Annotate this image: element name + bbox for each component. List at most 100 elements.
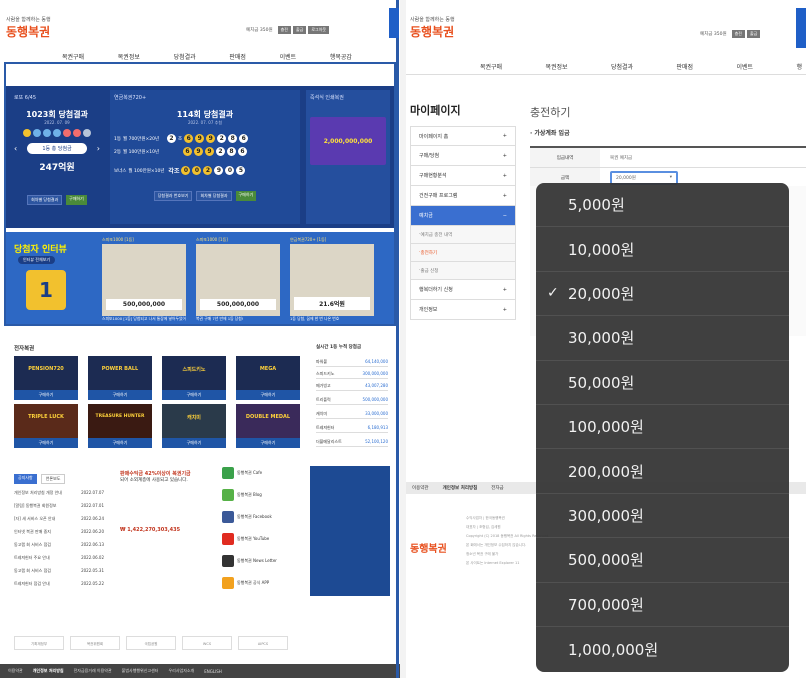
dropdown-option[interactable]: 300,000원 (536, 494, 789, 539)
menu-item-deposit[interactable]: 예치금 − (410, 206, 516, 226)
game-buy-button[interactable]: 구매하기 (14, 390, 78, 400)
notice-item[interactable]: 트레져헌터 점검 안내 2022.05.22 (14, 581, 104, 587)
menu-item[interactable]: 구매/당첨 + (410, 146, 516, 166)
game-tile[interactable]: MEGA 구매하기 (236, 356, 300, 400)
submenu-item[interactable]: · 예치금 충전 내역 (410, 226, 516, 244)
pension-buy-button[interactable]: 구매하기 (235, 191, 257, 201)
footer-link[interactable]: 전자금 (491, 485, 503, 491)
submenu-item-charge[interactable]: · 충전하기 (410, 244, 516, 262)
dropdown-option[interactable]: 700,000원 (536, 583, 789, 627)
dropdown-option[interactable]: 1,000,000원 (536, 627, 789, 671)
prev-arrow-icon[interactable]: ‹ (14, 144, 17, 153)
social-link[interactable]: 동행복권 YouTube (222, 532, 302, 546)
dropdown-option[interactable]: 200,000원 (536, 449, 789, 494)
nav-item[interactable]: 행복공감 (330, 52, 352, 61)
game-tile[interactable]: POWER BALL 구매하기 (88, 356, 152, 400)
interview-card[interactable]: 스피또1000 [1등] 500,000,000 스피또1000 [1등] 당첨… (102, 237, 186, 322)
site-logo[interactable]: 사람을 함께하는 동행 동행복권 (6, 16, 51, 40)
game-buy-button[interactable]: 구매하기 (236, 438, 300, 448)
social-link[interactable]: 동행복권 Blog (222, 488, 302, 502)
game-buy-button[interactable]: 구매하기 (162, 438, 226, 448)
lotto-first-prize-pill[interactable]: 1등 총 당첨금 (27, 143, 87, 154)
lotto-results-button[interactable]: 회차별 당첨결과 (27, 195, 63, 205)
footer-link[interactable]: 불법사행행위신고센터 (122, 668, 159, 674)
footer-link[interactable]: 전자금융거래 이용약관 (74, 668, 112, 674)
nav-item[interactable]: 판매점 (229, 52, 246, 61)
game-buy-button[interactable]: 구매하기 (88, 390, 152, 400)
pension-results-button[interactable]: 회차별 당첨결과 (196, 191, 232, 201)
nav-item[interactable]: 복권구매 (480, 62, 502, 71)
nav-item[interactable]: 당첨결과 (174, 52, 196, 61)
menu-item[interactable]: 행복더하기 신청 + (410, 280, 516, 300)
game-buy-button[interactable]: 구매하기 (162, 390, 226, 400)
nav-item[interactable]: 복권정보 (118, 52, 140, 61)
footer-link[interactable]: 이용약관 (412, 485, 429, 491)
withdraw-button[interactable]: 출금 (292, 26, 307, 34)
tab-notice[interactable]: 공지사항 (14, 474, 37, 484)
social-link[interactable]: 동행복권 Facebook (222, 510, 302, 524)
dropdown-option[interactable]: 100,000원 (536, 405, 789, 450)
banner-side[interactable] (310, 466, 390, 596)
menu-item[interactable]: 건전구매 프로그램 + (410, 186, 516, 206)
footer-link[interactable]: 이용약관 (8, 668, 23, 674)
site-logo[interactable]: 사람을 함께하는 동행 동행복권 (410, 16, 455, 40)
game-tile[interactable]: PENSION720 구매하기 (14, 356, 78, 400)
footer-link[interactable]: 우리사업자소개 (168, 668, 194, 674)
game-buy-button[interactable]: 구매하기 (88, 438, 152, 448)
interview-all-button[interactable]: 인터뷰 전체보기 (18, 256, 56, 264)
next-arrow-icon[interactable]: › (97, 144, 100, 153)
nav-item[interactable]: 행 (796, 62, 802, 71)
partner-logo[interactable]: 복권위원회 (70, 636, 120, 650)
partner-logo[interactable]: AIPCS (238, 636, 288, 650)
nav-item[interactable]: 복권구매 (62, 52, 84, 61)
game-buy-button[interactable]: 구매하기 (236, 390, 300, 400)
footer-link[interactable]: ENGLISH (204, 669, 222, 674)
partner-logo[interactable]: WCS (182, 636, 232, 650)
tab-press[interactable]: 언론보도 (40, 474, 66, 484)
dropdown-option[interactable]: 30,000원 (536, 316, 789, 361)
social-link[interactable]: 동행복권 News Letter (222, 554, 302, 568)
menu-item[interactable]: 구매현황분석 + (410, 166, 516, 186)
footer-link[interactable]: 개인정보 처리방침 (33, 668, 64, 674)
logout-button[interactable]: 로그아웃 (308, 26, 330, 34)
game-tile[interactable]: 캐치미 구매하기 (162, 404, 226, 448)
social-link[interactable]: 동행복권 Cafe (222, 466, 302, 480)
game-tile[interactable]: 스피드키노 구매하기 (162, 356, 226, 400)
dropdown-option-selected[interactable]: ✓ 20,000원 (536, 272, 789, 317)
dropdown-option[interactable]: 50,000원 (536, 361, 789, 405)
dropdown-option[interactable]: 5,000원 (536, 183, 789, 228)
nav-item[interactable]: 당첨결과 (611, 62, 633, 71)
footer-link[interactable]: 개인정보 처리방침 (443, 485, 478, 491)
dropdown-option[interactable]: 10,000원 (536, 227, 789, 272)
interview-card[interactable]: 연금복권720+ [1등] 21.6억원 1등 당첨, 꿈에 한 번 나온 번호 (290, 237, 374, 322)
game-buy-button[interactable]: 구매하기 (14, 438, 78, 448)
notice-item[interactable]: [자] 새 서비스 오픈 안내 2022.06.24 (14, 516, 104, 522)
partner-logo[interactable]: 기획재정부 (14, 636, 64, 650)
charge-button[interactable]: 충전 (731, 30, 745, 38)
side-tab[interactable] (389, 8, 399, 38)
social-link[interactable]: 동행복권 공식 APP (222, 576, 302, 590)
charge-button[interactable]: 충전 (277, 26, 291, 34)
side-tab[interactable] (796, 8, 806, 48)
menu-item[interactable]: 마이페이지 홈 + (410, 126, 516, 146)
withdraw-button[interactable]: 출금 (746, 30, 761, 38)
nav-item[interactable]: 이벤트 (736, 62, 753, 71)
game-tile[interactable]: TRIPLE LUCK 구매하기 (14, 404, 78, 448)
notice-item[interactable]: 개인정보 처리방침 개정 안내 2022.07.07 (14, 490, 104, 496)
notice-item[interactable]: [알림] 동행복권 회원정보 2022.07.01 (14, 503, 104, 509)
game-tile[interactable]: DOUBLE MEDAL 구매하기 (236, 404, 300, 448)
nav-item[interactable]: 이벤트 (280, 52, 297, 61)
notice-item[interactable]: 동고랩 회 서비스 점검 2022.06.13 (14, 542, 104, 548)
menu-item[interactable]: 개인정보 + (410, 300, 516, 320)
notice-item[interactable]: 동고랩 회 서비스 점검 2022.05.31 (14, 568, 104, 574)
notice-item[interactable]: 인터넷 복권 판매 중지 2022.06.20 (14, 529, 104, 535)
lotto-buy-button[interactable]: 구매하기 (66, 195, 87, 205)
nav-item[interactable]: 복권정보 (546, 62, 568, 71)
submenu-item[interactable]: · 출금 신청 (410, 262, 516, 280)
nav-item[interactable]: 판매점 (677, 62, 694, 71)
game-tile[interactable]: TREASURE HUNTER 구매하기 (88, 404, 152, 448)
interview-card[interactable]: 스피또1000 [1등] 500,000,000 복권 구매 7년 만에 1등 … (196, 237, 280, 322)
dropdown-option[interactable]: 500,000원 (536, 538, 789, 583)
partner-logo[interactable]: 국립공원 (126, 636, 176, 650)
pension-number-button[interactable]: 당첨결과 번호보기 (153, 191, 193, 201)
